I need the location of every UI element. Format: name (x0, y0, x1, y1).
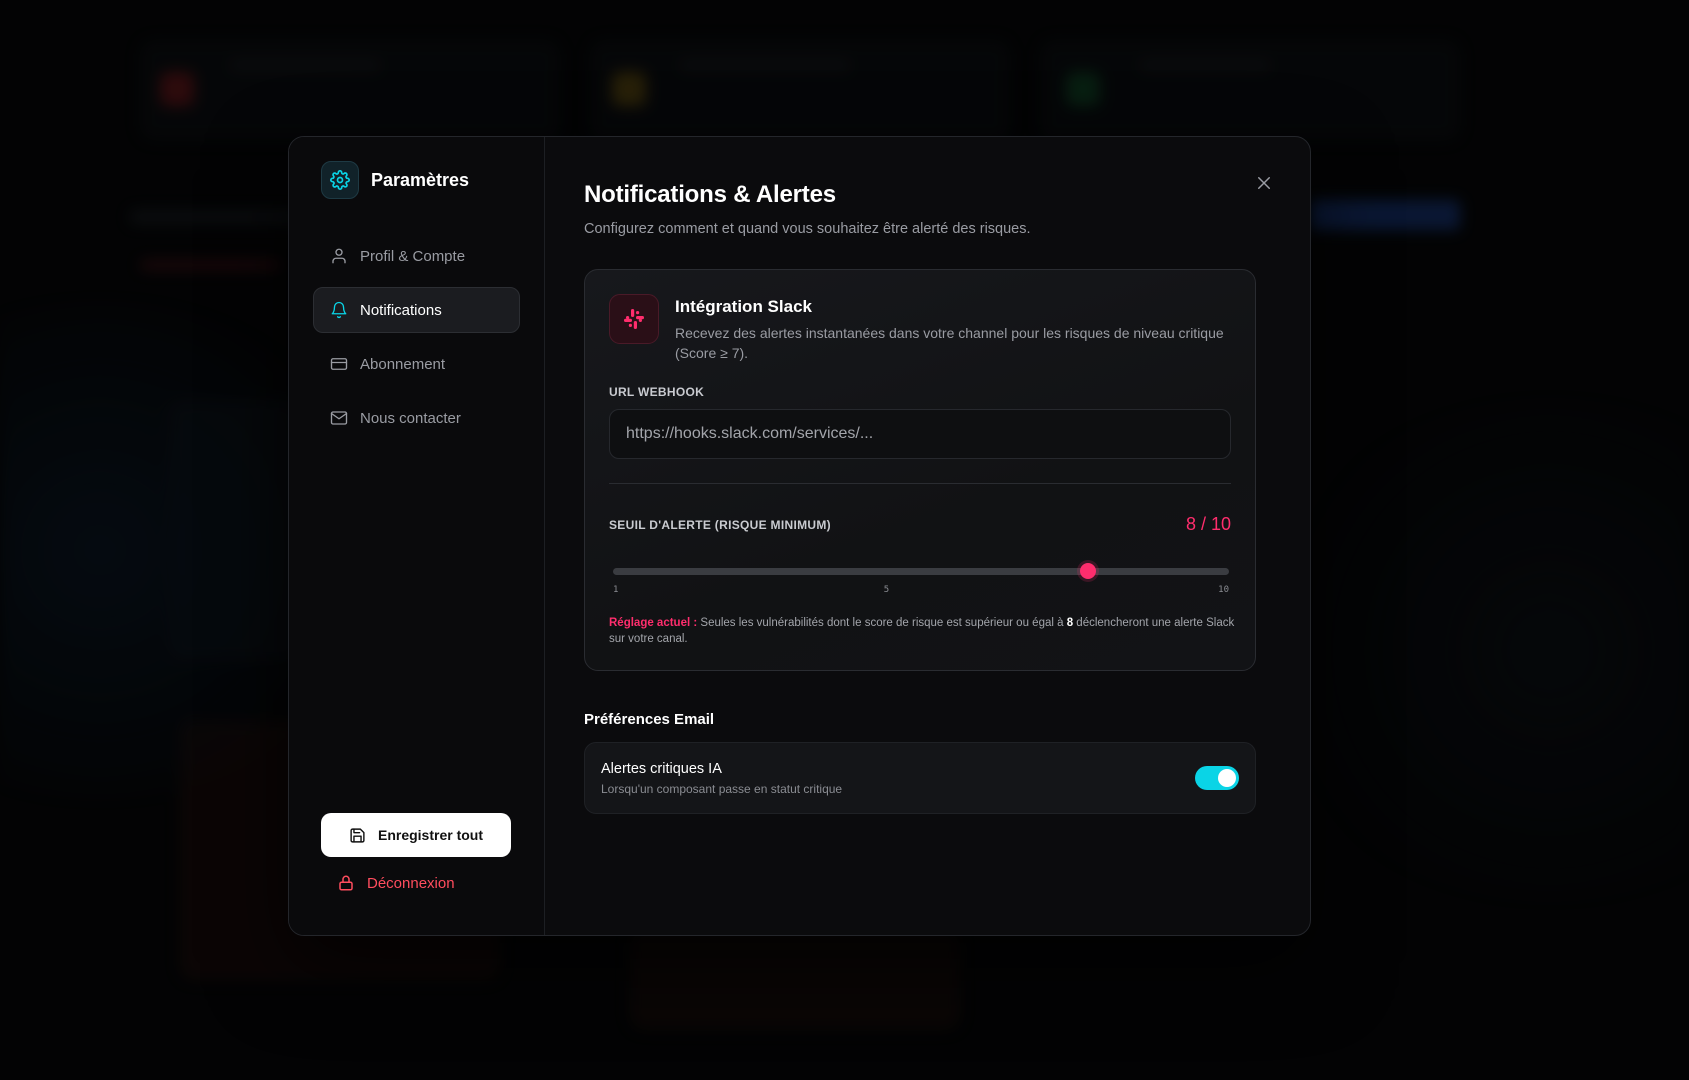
logout-button[interactable]: Déconnexion (337, 871, 455, 895)
email-pref-name: Alertes critiques IA (601, 760, 722, 777)
threshold-label: Seuil d'alerte (Risque minimum) (609, 517, 831, 532)
sidebar-item-contact[interactable]: Nous contacter (313, 395, 520, 441)
page-title: Notifications & Alertes (584, 181, 836, 208)
settings-sidebar: Paramètres Profil & Compte Notifications… (289, 137, 545, 935)
threshold-note: Réglage actuel : Seules les vulnérabilit… (609, 615, 1239, 647)
sidebar-item-profile[interactable]: Profil & Compte (313, 233, 520, 279)
settings-nav: Profil & Compte Notifications Abonnement… (313, 233, 520, 441)
threshold-slider[interactable] (613, 559, 1229, 583)
slider-ticks: 1 5 10 (613, 585, 1229, 599)
tick-label: 1 (613, 585, 619, 595)
sidebar-brand: Paramètres (321, 161, 520, 199)
gear-icon (321, 161, 359, 199)
sidebar-item-label: Notifications (360, 301, 442, 319)
mail-icon (330, 411, 348, 425)
save-icon (350, 827, 365, 843)
save-all-label: Enregistrer tout (377, 827, 483, 843)
note-text: Seules les vulnérabilités dont le score … (697, 617, 1067, 629)
divider (609, 483, 1231, 484)
sidebar-item-label: Abonnement (360, 355, 446, 373)
slack-title: Intégration Slack (675, 297, 812, 316)
critical-alerts-toggle[interactable] (1195, 766, 1239, 790)
close-button[interactable] (1252, 171, 1276, 195)
slider-track[interactable] (613, 568, 1229, 575)
slider-thumb[interactable] (1079, 563, 1096, 579)
threshold-value: 8 / 10 (1185, 514, 1231, 534)
lock-icon (339, 875, 353, 891)
tick-label: 10 (1218, 585, 1229, 595)
email-pref-item: Alertes critiques IA Lorsqu'un composant… (584, 742, 1256, 814)
note-highlight: Réglage actuel : (609, 617, 698, 629)
slack-icon (609, 294, 659, 344)
bell-icon (331, 301, 347, 319)
slack-integration-card: Intégration Slack Recevez des alertes in… (584, 269, 1256, 671)
sidebar-item-label: Nous contacter (360, 409, 461, 427)
save-all-button[interactable]: Enregistrer tout (321, 813, 511, 857)
settings-content: Notifications & Alertes Configurez comme… (545, 137, 1310, 935)
sidebar-item-subscription[interactable]: Abonnement (313, 341, 520, 387)
webhook-url-input[interactable] (609, 409, 1231, 459)
page-subtitle: Configurez comment et quand vous souhait… (584, 221, 1031, 237)
close-icon (1258, 177, 1270, 189)
email-preferences-title: Préférences Email (584, 711, 715, 728)
webhook-label: URL Webhook (609, 385, 705, 399)
email-pref-description: Lorsqu'un composant passe en statut crit… (601, 781, 843, 796)
user-icon (332, 248, 346, 264)
settings-modal: Paramètres Profil & Compte Notifications… (288, 136, 1311, 936)
sidebar-item-label: Profil & Compte (360, 247, 466, 265)
slack-description: Recevez des alertes instantanées dans vo… (675, 325, 1224, 361)
credit-card-icon (330, 358, 348, 370)
logout-label: Déconnexion (367, 874, 455, 892)
tick-label: 5 (883, 585, 890, 595)
sidebar-title: Paramètres (371, 169, 470, 190)
sidebar-item-notifications[interactable]: Notifications (313, 287, 520, 333)
